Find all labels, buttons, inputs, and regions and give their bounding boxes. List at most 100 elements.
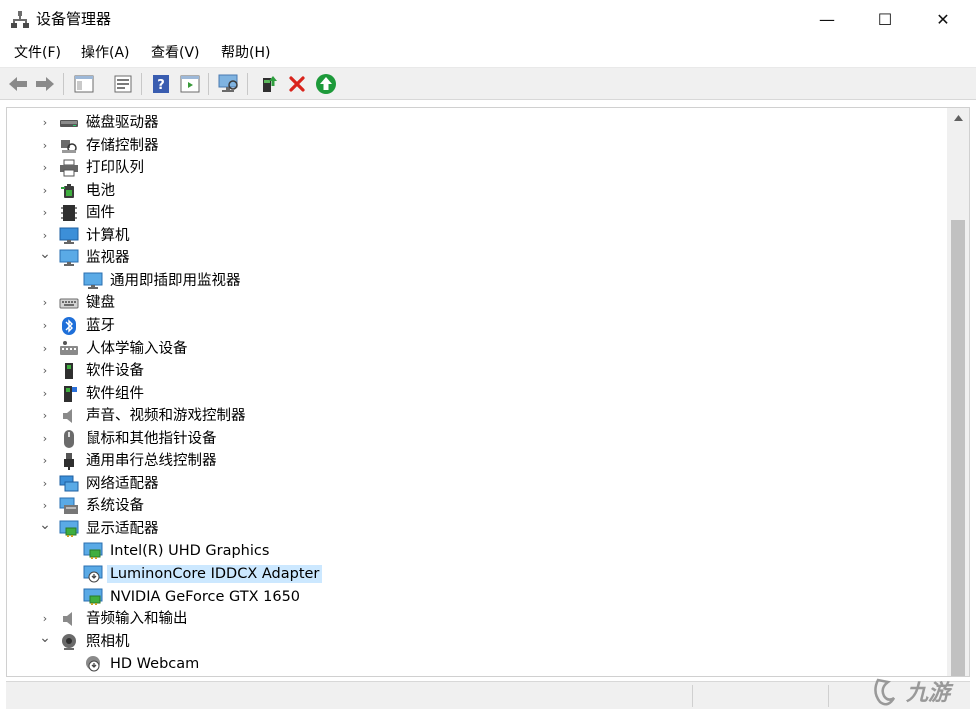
show-hide-console-tree-icon xyxy=(74,75,94,93)
tree-item-label: 显示适配器 xyxy=(86,520,159,537)
tree-category[interactable]: › 计算机 xyxy=(7,225,947,247)
tree-category[interactable]: ⌄ 照相机 xyxy=(7,630,947,653)
tree-item-label: 存储控制器 xyxy=(86,137,159,154)
tree-item-label: 打印队列 xyxy=(86,160,144,177)
device-manager-icon xyxy=(10,9,30,29)
display-adapter-icon xyxy=(83,588,103,606)
tree-category[interactable]: › 系统设备 xyxy=(7,495,947,517)
tree-category[interactable]: › 音频输入和输出 xyxy=(7,608,947,630)
forward-button[interactable] xyxy=(33,72,57,96)
expand-chevron-icon[interactable]: › xyxy=(39,431,51,447)
device-tree-pane[interactable]: › 磁盘驱动器 › 存储控制器 › 打印队列 › 电池 › 固件 › 计算机 ⌄ 监视器 通用即插即用监视器… xyxy=(6,107,970,677)
show-hide-console-tree-button[interactable] xyxy=(72,72,96,96)
device-tree: › 磁盘驱动器 › 存储控制器 › 打印队列 › 电池 › 固件 › 计算机 ⌄ 监视器 通用即插即用监视器… xyxy=(7,108,947,676)
expand-chevron-icon[interactable]: › xyxy=(39,476,51,492)
tree-category[interactable]: › 固件 xyxy=(7,202,947,224)
expand-chevron-icon[interactable]: › xyxy=(39,453,51,469)
tree-item-label: 通用串行总线控制器 xyxy=(86,453,217,470)
tree-category[interactable]: › 键盘 xyxy=(7,292,947,314)
tree-item-label: 计算机 xyxy=(86,227,130,244)
tree-category[interactable]: ⌄ 显示适配器 xyxy=(7,517,947,540)
maximize-button[interactable]: ☐ xyxy=(856,0,914,38)
expand-chevron-icon[interactable]: › xyxy=(39,205,51,221)
tree-device[interactable]: NVIDIA GeForce GTX 1650 xyxy=(7,586,947,608)
tree-item-label: 蓝牙 xyxy=(86,317,115,334)
help-icon: ? xyxy=(153,75,169,93)
mouse-icon xyxy=(59,429,79,448)
tree-category[interactable]: › 软件组件 xyxy=(7,383,947,405)
tree-category[interactable]: › 软件设备 xyxy=(7,360,947,382)
tree-category[interactable]: ⌄ 监视器 xyxy=(7,246,947,269)
action-pane-button[interactable] xyxy=(178,72,202,96)
close-button[interactable]: ✕ xyxy=(914,0,972,38)
expand-chevron-icon[interactable]: › xyxy=(39,183,51,199)
scroll-up-button[interactable] xyxy=(947,108,969,128)
bluetooth-icon xyxy=(59,316,79,335)
vertical-scrollbar[interactable] xyxy=(947,108,969,676)
disk-drive-icon xyxy=(59,114,79,132)
update-driver-button[interactable] xyxy=(257,72,281,96)
tree-item-label: 电池 xyxy=(86,182,115,199)
collapse-chevron-icon[interactable]: ⌄ xyxy=(39,630,51,646)
collapse-chevron-icon[interactable]: ⌄ xyxy=(39,517,51,533)
enable-device-icon xyxy=(316,74,336,94)
tree-category[interactable]: › 鼠标和其他指针设备 xyxy=(7,428,947,450)
expand-chevron-icon[interactable]: › xyxy=(39,228,51,244)
computer-icon xyxy=(59,227,79,245)
expand-chevron-icon[interactable]: › xyxy=(39,115,51,131)
tree-category[interactable]: › 电池 xyxy=(7,180,947,202)
scroll-thumb[interactable] xyxy=(951,220,965,676)
help-button[interactable]: ? xyxy=(149,72,173,96)
expand-chevron-icon[interactable]: › xyxy=(39,611,51,627)
uninstall-device-button[interactable] xyxy=(285,72,309,96)
menu-bar: 文件(F) 操作(A) 查看(V) 帮助(H) xyxy=(0,38,976,68)
tree-category[interactable]: › 打印队列 xyxy=(7,157,947,179)
tree-category[interactable]: › 网络适配器 xyxy=(7,473,947,495)
properties-button[interactable] xyxy=(111,72,135,96)
watermark-logo: 九游 xyxy=(868,672,968,712)
update-driver-icon xyxy=(263,76,277,92)
minimize-button[interactable]: — xyxy=(798,0,856,38)
back-button[interactable] xyxy=(6,72,30,96)
expand-chevron-icon[interactable]: › xyxy=(39,408,51,424)
expand-chevron-icon[interactable]: › xyxy=(39,498,51,514)
tree-device[interactable]: Intel(R) UHD Graphics xyxy=(7,540,947,562)
status-divider xyxy=(692,685,693,707)
scan-hardware-button[interactable] xyxy=(217,72,241,96)
expand-chevron-icon[interactable]: › xyxy=(39,386,51,402)
tree-category[interactable]: › 磁盘驱动器 xyxy=(7,112,947,134)
tree-item-label: 通用即插即用监视器 xyxy=(110,272,241,289)
tree-item-label: 键盘 xyxy=(86,295,115,312)
window-title: 设备管理器 xyxy=(36,10,112,28)
tree-device[interactable]: 通用即插即用监视器 xyxy=(7,270,947,292)
software-component-icon xyxy=(59,385,79,403)
expand-chevron-icon[interactable]: › xyxy=(39,363,51,379)
tree-item-label: 系统设备 xyxy=(86,498,144,515)
enable-device-button[interactable] xyxy=(314,72,338,96)
tree-category[interactable]: › 存储控制器 xyxy=(7,135,947,157)
storage-controller-icon xyxy=(59,137,79,155)
hid-icon xyxy=(59,340,79,358)
maximize-icon: ☐ xyxy=(877,9,893,29)
expand-chevron-icon[interactable]: › xyxy=(39,318,51,334)
expand-chevron-icon[interactable]: › xyxy=(39,160,51,176)
tree-category[interactable]: › 人体学输入设备 xyxy=(7,338,947,360)
monitor-icon xyxy=(59,249,79,267)
menu-file[interactable]: 文件(F) xyxy=(14,44,61,62)
expand-chevron-icon[interactable]: › xyxy=(39,341,51,357)
menu-help[interactable]: 帮助(H) xyxy=(221,44,270,62)
display-adapter-icon xyxy=(59,520,79,538)
tree-device[interactable]: HD Webcam xyxy=(7,653,947,675)
camera-icon xyxy=(59,633,79,651)
tree-category[interactable]: › 通用串行总线控制器 xyxy=(7,450,947,472)
menu-view[interactable]: 查看(V) xyxy=(151,44,200,62)
tree-item-label: LuminonCore IDDCX Adapter xyxy=(107,565,323,583)
expand-chevron-icon[interactable]: › xyxy=(39,138,51,154)
expand-chevron-icon[interactable]: › xyxy=(39,295,51,311)
tree-category[interactable]: › 蓝牙 xyxy=(7,315,947,337)
tree-device[interactable]: LuminonCore IDDCX Adapter xyxy=(7,563,947,585)
keyboard-icon xyxy=(59,294,79,312)
collapse-chevron-icon[interactable]: ⌄ xyxy=(39,246,51,262)
tree-category[interactable]: › 声音、视频和游戏控制器 xyxy=(7,405,947,427)
menu-action[interactable]: 操作(A) xyxy=(81,44,130,62)
